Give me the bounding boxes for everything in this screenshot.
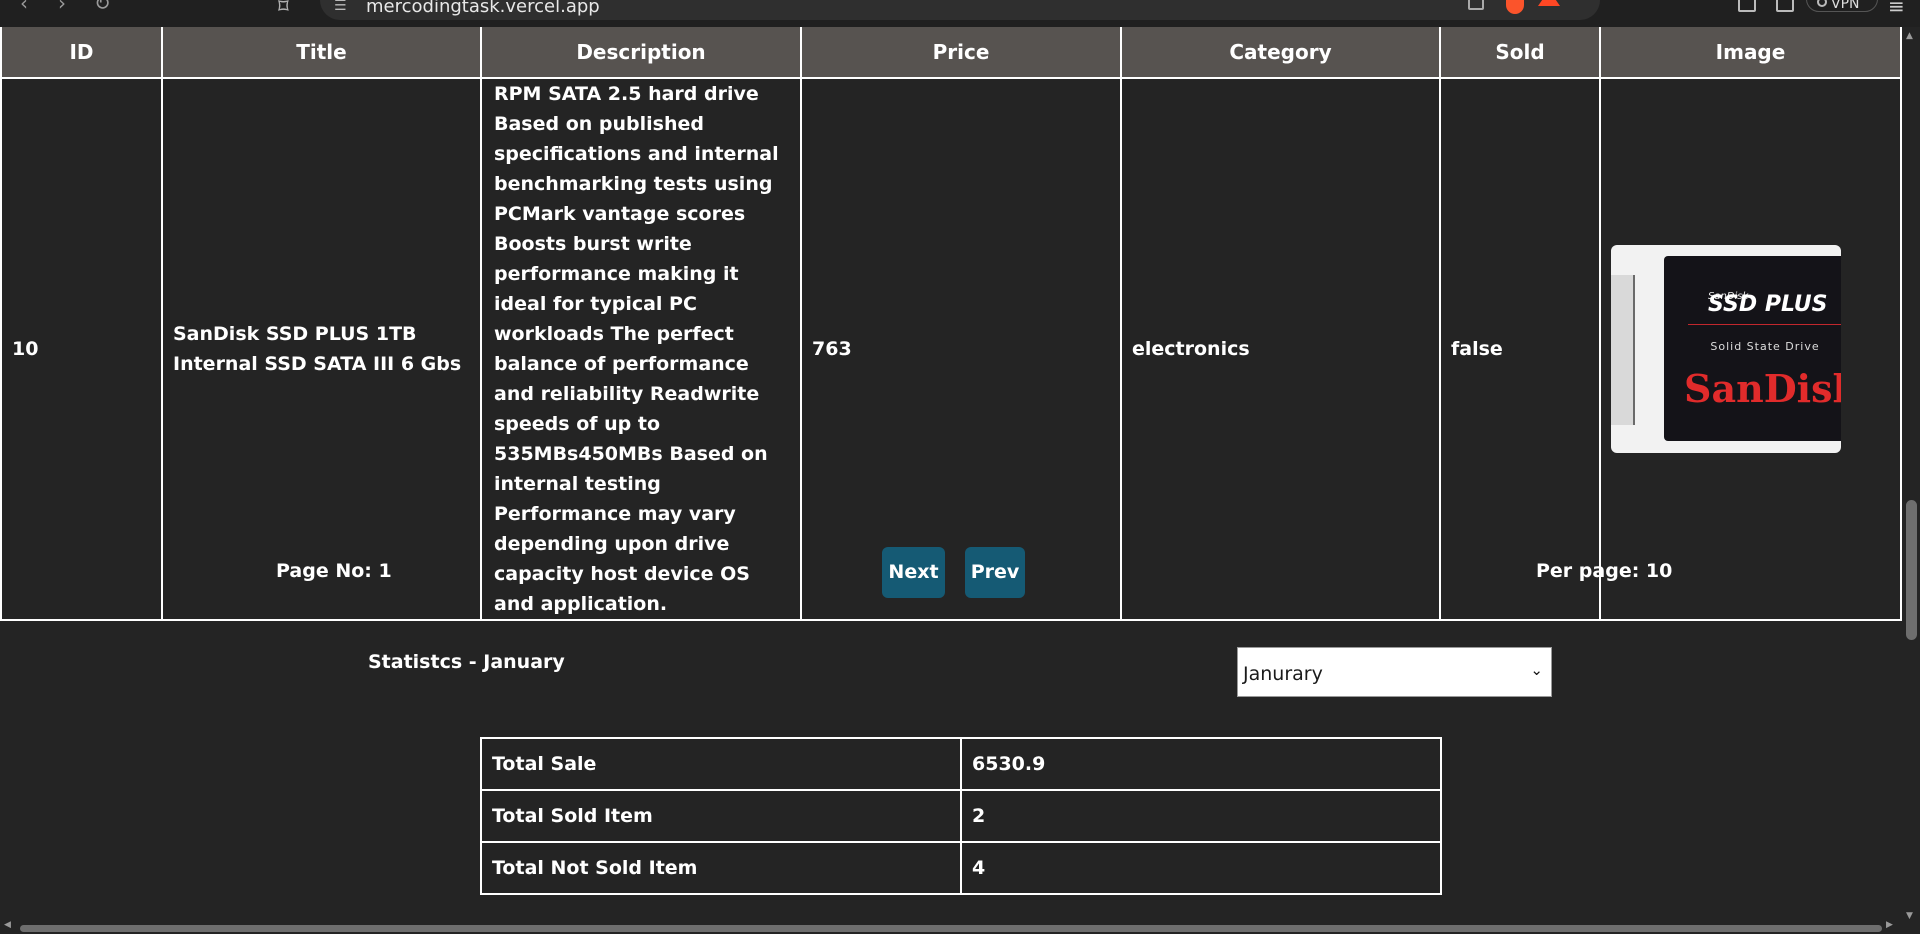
table-header-row: ID Title Description Price Category Sold… — [0, 27, 1902, 78]
vertical-scroll-thumb[interactable] — [1906, 500, 1917, 640]
cell-image: SanDisk SSD PLUS Solid State Drive SanDi… — [1599, 77, 1902, 621]
brave-rewards-icon[interactable] — [1538, 0, 1560, 6]
stat-value: 6530.9 — [960, 737, 1442, 791]
sidebar-icon[interactable] — [1738, 0, 1756, 12]
table-row: Total Sold Item 2 — [480, 789, 1442, 843]
share-icon[interactable] — [1468, 0, 1484, 10]
ssd-side-panel — [1611, 275, 1635, 425]
per-page-label: Per page: 10 — [1536, 560, 1673, 582]
horizontal-scroll-thumb[interactable] — [20, 925, 1882, 932]
header-image: Image — [1599, 27, 1902, 78]
product-image: SanDisk SSD PLUS Solid State Drive SanDi… — [1611, 245, 1841, 453]
chevron-down-icon: ⌄ — [1530, 661, 1543, 679]
brave-shields-icon[interactable] — [1506, 0, 1524, 14]
back-icon[interactable]: ‹ — [20, 0, 28, 15]
browser-toolbar: ‹ › ↻ ⌑ ☰ mercodingtask.vercel.app VPN ≡ — [0, 0, 1920, 27]
vpn-icon — [1817, 0, 1827, 7]
cell-price: 763 — [800, 77, 1122, 621]
stat-label: Total Sale — [480, 737, 962, 791]
cell-description: RPM SATA 2.5 hard drive Based on publish… — [480, 77, 802, 621]
wallet-icon[interactable] — [1776, 0, 1794, 12]
scroll-down-arrow-icon[interactable]: ▼ — [1906, 911, 1913, 921]
vertical-scrollbar[interactable]: ▲ ▼ — [1902, 27, 1920, 927]
table-row: Total Not Sold Item 4 — [480, 841, 1442, 895]
vpn-button[interactable]: VPN — [1806, 0, 1878, 12]
statistics-title: Statistcs - January — [368, 651, 565, 673]
scroll-up-arrow-icon[interactable]: ▲ — [1906, 31, 1913, 41]
header-price: Price — [800, 27, 1122, 78]
forward-icon[interactable]: › — [58, 0, 66, 15]
table-row: 10 SanDisk SSD PLUS 1TB Internal SSD SAT… — [0, 77, 1902, 621]
site-settings-icon[interactable]: ☰ — [334, 0, 347, 14]
ssd-label: SanDisk SSD PLUS Solid State Drive SanDi… — [1664, 256, 1841, 441]
header-title: Title — [161, 27, 482, 78]
reload-icon[interactable]: ↻ — [94, 0, 111, 15]
cell-category: electronics — [1120, 77, 1441, 621]
header-category: Category — [1120, 27, 1441, 78]
table-row: Total Sale 6530.9 — [480, 737, 1442, 791]
header-id: ID — [0, 27, 163, 78]
statistics-table: Total Sale 6530.9 Total Sold Item 2 Tota… — [480, 737, 1442, 895]
header-sold: Sold — [1439, 27, 1601, 78]
address-bar[interactable]: ☰ mercodingtask.vercel.app — [320, 0, 1600, 20]
image-brand-logo: SanDisk — [1684, 366, 1841, 411]
vpn-label: VPN — [1831, 0, 1860, 12]
stat-label: Total Not Sold Item — [480, 841, 962, 895]
month-select[interactable]: Janurary ⌄ — [1237, 647, 1552, 697]
stat-value: 2 — [960, 789, 1442, 843]
cell-id: 10 — [0, 77, 163, 621]
url-text: mercodingtask.vercel.app — [366, 0, 600, 17]
scroll-left-arrow-icon[interactable]: ◀ — [4, 920, 11, 930]
page-number: Page No: 1 — [276, 560, 392, 582]
horizontal-scrollbar[interactable]: ◀ ▶ — [0, 920, 1902, 934]
prev-button[interactable]: Prev — [965, 547, 1025, 598]
image-divider — [1688, 324, 1841, 325]
scroll-right-arrow-icon[interactable]: ▶ — [1886, 920, 1893, 930]
next-button[interactable]: Next — [882, 547, 945, 598]
stat-value: 4 — [960, 841, 1442, 895]
cell-title: SanDisk SSD PLUS 1TB Internal SSD SATA I… — [161, 77, 482, 621]
menu-icon[interactable]: ≡ — [1888, 0, 1905, 18]
products-table: ID Title Description Price Category Sold… — [0, 27, 1902, 621]
cell-sold: false — [1439, 77, 1601, 621]
month-select-value: Janurary — [1243, 663, 1323, 685]
image-type: Solid State Drive — [1710, 340, 1820, 353]
bookmark-icon[interactable]: ⌑ — [278, 0, 289, 18]
header-description: Description — [480, 27, 802, 78]
image-model: SSD PLUS — [1708, 292, 1828, 317]
stat-label: Total Sold Item — [480, 789, 962, 843]
